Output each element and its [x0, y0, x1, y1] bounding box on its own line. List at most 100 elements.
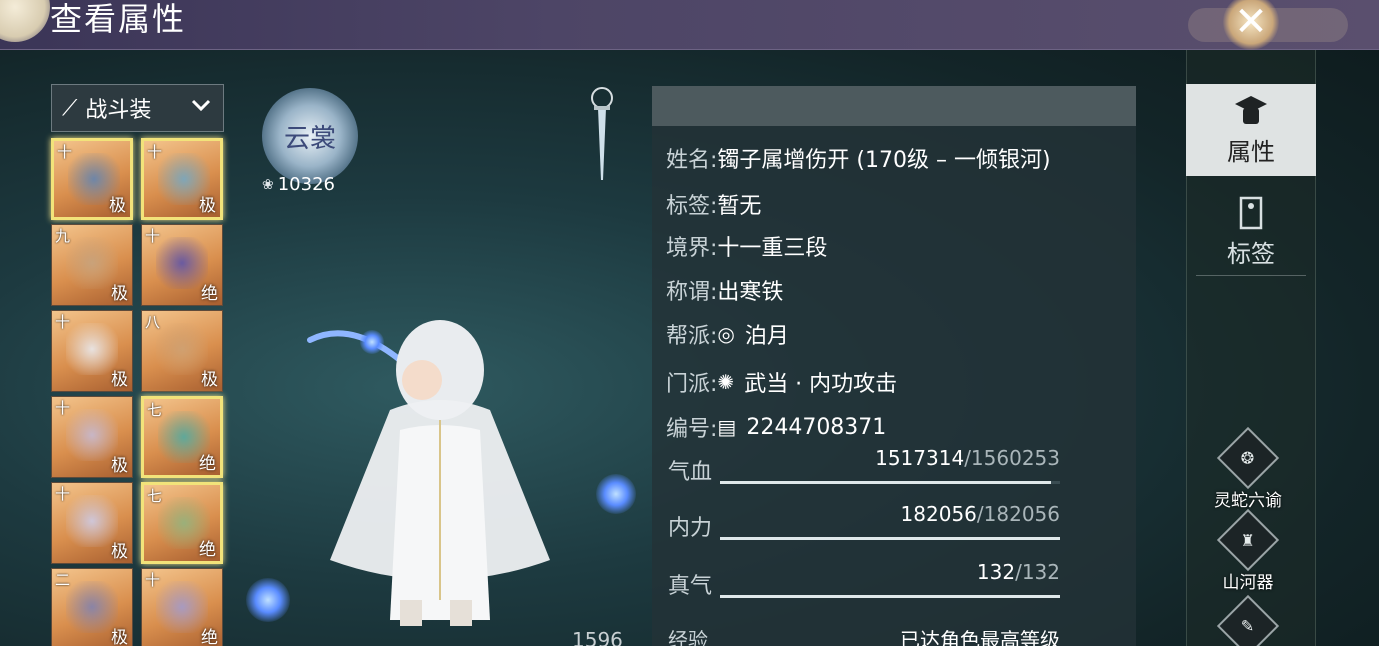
equipment-slot[interactable]: 十绝	[141, 224, 223, 306]
gear-score-value: 10326	[277, 174, 335, 195]
name-key: 姓名:	[666, 148, 718, 173]
equipment-slot[interactable]: 七绝	[141, 482, 223, 564]
sect-value: 武当 · 内功攻击	[744, 372, 898, 397]
stat-bar-fill	[720, 481, 1051, 484]
title-value: 出寒铁	[717, 280, 784, 305]
tab-tags[interactable]: 标签	[1186, 184, 1316, 276]
equipment-slot[interactable]: 十极	[51, 138, 133, 220]
equipment-tier: 十	[55, 313, 71, 331]
equipment-grade: 极	[109, 196, 126, 216]
tab-attributes-label: 属性	[1227, 137, 1275, 166]
equipment-tier: 八	[145, 313, 161, 331]
exp-value: 已达角色最高等级	[900, 628, 1060, 646]
info-panel-header	[652, 86, 1136, 126]
info-tag-row: 标签: 暂无	[666, 188, 761, 220]
outfit-badge: 云裳	[262, 88, 358, 184]
stat-bar	[720, 481, 1060, 484]
moon-decoration	[0, 0, 50, 42]
page-title: 查看属性	[50, 0, 187, 38]
guild-value: 泊月	[744, 324, 789, 349]
chevron-down-icon	[191, 99, 211, 112]
tag-value: 暂无	[717, 194, 762, 219]
tag-key: 标签:	[666, 194, 718, 219]
equipment-tier: 七	[147, 487, 163, 505]
weapon-icon[interactable]	[584, 84, 620, 184]
tab-attributes[interactable]: 属性	[1186, 84, 1316, 176]
equipment-grade: 极	[111, 542, 128, 562]
equipment-tier: 十	[147, 143, 163, 161]
top-bar: 查看属性 ✕	[0, 0, 1379, 50]
outfit-dropdown[interactable]: ⟋ 战斗装	[51, 84, 224, 132]
sparkle-effect	[360, 330, 384, 354]
equipment-grade: 极	[201, 370, 218, 390]
sparkle-effect	[596, 474, 636, 514]
equipment-slot[interactable]: 九极	[51, 224, 133, 306]
equipment-slot[interactable]: 八极	[141, 310, 223, 392]
equipment-grade: 绝	[199, 454, 216, 474]
equipment-grade: 绝	[199, 540, 216, 560]
info-sect-row: 门派: ✺ 武当 · 内功攻击	[666, 366, 897, 398]
close-button[interactable]: ✕	[1222, 0, 1280, 50]
badge-glyph: 云裳	[283, 123, 336, 154]
stat-bar	[720, 537, 1060, 540]
tab-tags-label: 标签	[1227, 239, 1275, 268]
title-key: 称谓:	[666, 280, 718, 305]
equipment-slot[interactable]: 十极	[51, 310, 133, 392]
equipment-grade: 绝	[201, 628, 218, 646]
equipment-slot[interactable]: 七绝	[141, 396, 223, 478]
exp-row: 经验 已达角色最高等级	[668, 624, 1068, 646]
stat-max: /132	[1015, 560, 1060, 584]
stat-row: 气血 1517314/1560253	[668, 446, 1068, 486]
snake-icon: ❂	[1216, 426, 1280, 490]
skill-button-2[interactable]: ♜ 山河器	[1200, 508, 1296, 593]
tag-icon	[1239, 196, 1263, 229]
sparkle-effect	[246, 578, 290, 622]
stat-label: 真气	[668, 574, 713, 599]
equipment-tier: 二	[55, 571, 71, 589]
sect-key: 门派:	[666, 372, 718, 397]
info-id-row[interactable]: 编号: ▤ 2244708371	[666, 411, 886, 443]
equipment-tier: 十	[145, 571, 161, 589]
guild-key: 帮派:	[666, 324, 718, 349]
equipment-grade: 绝	[201, 284, 218, 304]
realm-value: 十一重三段	[717, 236, 828, 261]
stat-row: 真气 132/132	[668, 560, 1068, 600]
equipment-grade: 极	[199, 196, 216, 216]
stat-bar-fill	[720, 537, 1060, 540]
gear-score: ❀ 10326	[262, 174, 335, 195]
equipment-slot[interactable]: 十极	[51, 482, 133, 564]
stat-value: 132/132	[977, 560, 1060, 584]
equipment-slot[interactable]: 二极	[51, 568, 133, 646]
equipment-tier: 十	[55, 485, 71, 503]
scroll-icon: ▤	[717, 415, 737, 439]
equipment-tier: 十	[57, 143, 73, 161]
skill-button-1[interactable]: ❂ 灵蛇六谕	[1200, 426, 1296, 511]
skill-1-label: 灵蛇六谕	[1214, 491, 1282, 511]
info-guild-row[interactable]: 帮派: ◎ 泊月	[666, 318, 789, 350]
equipment-slot[interactable]: 十绝	[141, 568, 223, 646]
id-key: 编号:	[666, 417, 718, 442]
skill-button-3[interactable]: ✎	[1200, 594, 1296, 646]
equipment-tier: 十	[55, 399, 71, 417]
close-icon: ✕	[1234, 0, 1268, 45]
stat-current: 132	[976, 560, 1016, 584]
stat-bar-fill	[720, 595, 1060, 598]
stat-max: /182056	[976, 502, 1060, 526]
equipment-slot[interactable]: 十极	[51, 396, 133, 478]
equipment-grade: 极	[111, 284, 128, 304]
stat-max: /1560253	[964, 446, 1060, 470]
stat-current: 1517314	[875, 446, 965, 470]
stat-label: 气血	[668, 460, 713, 485]
equipment-slot[interactable]: 十极	[141, 138, 223, 220]
exp-label: 经验	[668, 628, 708, 646]
info-title-row: 称谓: 出寒铁	[666, 274, 783, 306]
realm-key: 境界:	[666, 236, 718, 261]
character-model[interactable]	[290, 300, 590, 640]
id-value: 2244708371	[746, 414, 887, 440]
equipment-grade: 极	[111, 456, 128, 476]
tab-divider	[1196, 275, 1306, 276]
artifact-icon: ♜	[1216, 508, 1280, 572]
stat-value: 1517314/1560253	[875, 446, 1060, 470]
sect-emblem-icon: ✺	[717, 370, 735, 394]
equipment-tier: 七	[147, 401, 163, 419]
